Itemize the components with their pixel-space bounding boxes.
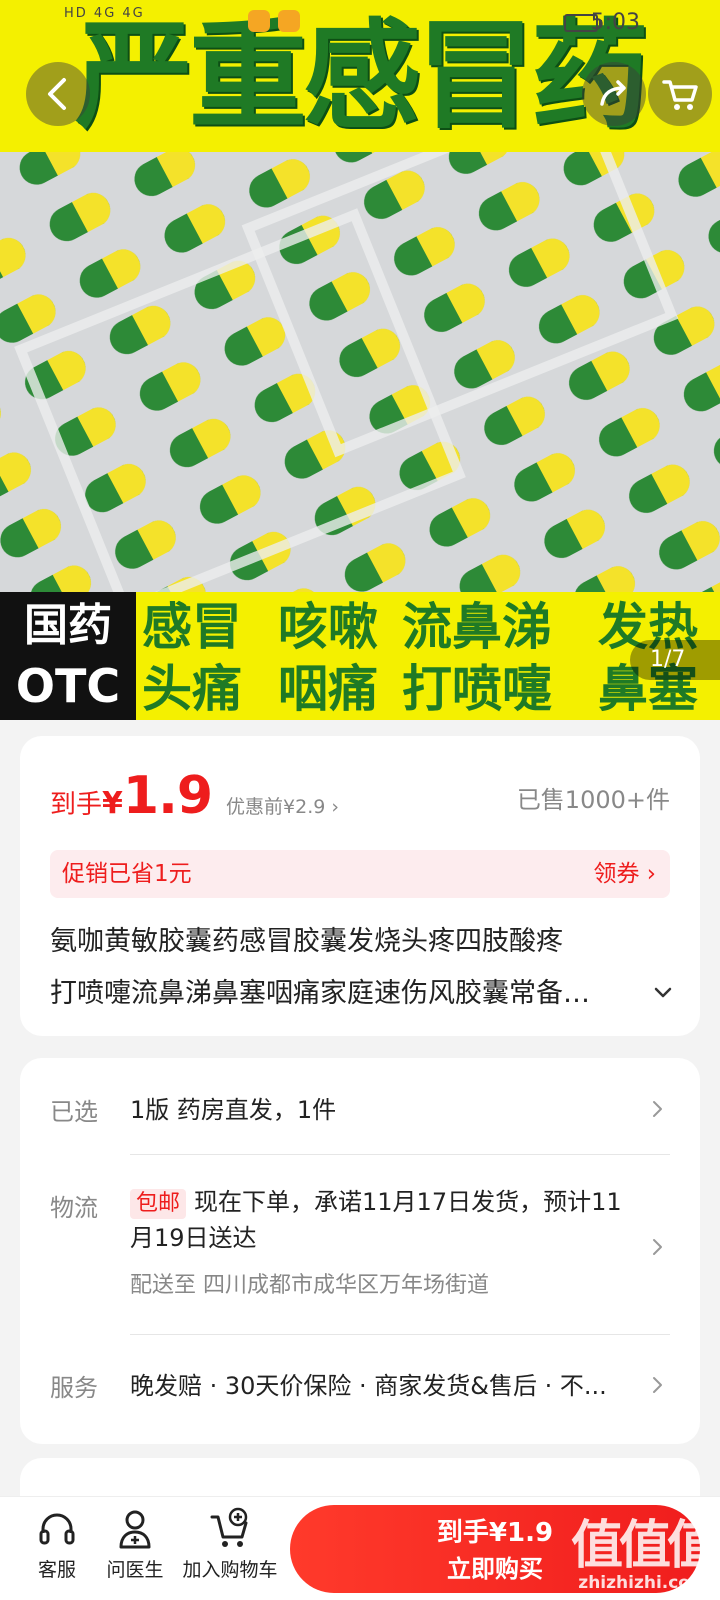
symptom-item: 头痛 [142,660,242,718]
logistics-row[interactable]: 物流 包邮 现在下单，承诺11月17日发货，预计11月19日送达 配送至 四川成都… [50,1184,670,1324]
chevron-down-icon[interactable] [648,978,678,1008]
promo-banner[interactable]: 促销已省1元 领券 › [50,850,670,898]
product-title-line2: 打喷嚏流鼻涕鼻塞咽痛家庭速伤风胶囊常备… [50,978,590,1009]
service-row[interactable]: 服务 晚发赔 · 30天价保险 · 商家发货&售后 · 不... [50,1368,670,1408]
cart-plus-icon [210,1507,248,1547]
app-notification-icon [248,10,270,32]
service-label: 服务 [50,1374,98,1402]
price-currency: ¥ [102,786,123,821]
headset-icon [39,1513,75,1545]
status-time: 5:03 [590,10,640,35]
spec-card: 已选 1版 药房直发，1件 物流 包邮 现在下单，承诺11月17日发货，预计11月… [20,1058,700,1444]
logistics-info: 包邮 现在下单，承诺11月17日发货，预计11月19日送达 配送至 四川成都市成华… [130,1184,640,1304]
cart-button[interactable] [648,62,712,126]
price-prefix: 到手 [50,790,103,820]
buy-now-label: 立即购买 [447,1555,543,1583]
bottom-action-bar: 客服 问医生 加入购物车 到手¥1.9 立即购买 [0,1496,720,1600]
status-bar: HD 4G 4G 5:03 [0,0,720,44]
add-to-cart-button[interactable]: 加入购物车 [178,1507,282,1582]
price-row: 到手¥1.9 优惠前¥2.9 › [50,766,339,826]
selected-label: 已选 [50,1098,98,1126]
app-notification-icon [278,10,300,32]
capsule-blister-image [0,152,720,592]
symptom-item: 流鼻涕 [402,598,552,656]
sold-count: 已售1000+件 [516,786,670,814]
chevron-left-icon [48,78,66,110]
add-to-cart-label: 加入购物车 [182,1559,278,1581]
product-title[interactable]: 氨咖黄敏胶囊药感冒胶囊发烧头疼四肢酸疼 打喷嚏流鼻涕鼻塞咽痛家庭速伤风胶囊常备… [50,916,650,1020]
logistics-value: 现在下单，承诺11月17日发货，预计11月19日送达 [130,1188,622,1252]
symptom-item: 打喷嚏 [402,660,552,718]
ask-doctor-label: 问医生 [106,1559,164,1581]
ask-doctor-button[interactable]: 问医生 [100,1507,170,1582]
buy-now-price: 到手¥1.9 [436,1518,554,1548]
otc-line2: OTC [15,659,121,713]
image-pager: 1/7 [630,640,720,680]
chevron-right-icon [653,1377,662,1393]
divider [130,1154,670,1155]
get-coupon-link[interactable]: 领券 › [593,850,656,898]
divider [130,1334,670,1335]
free-shipping-badge: 包邮 [130,1189,187,1219]
symptom-item: 咽痛 [278,660,378,718]
otc-line1: 国药 [24,600,112,651]
doctor-icon [119,1510,151,1549]
customer-service-button[interactable]: 客服 [22,1507,92,1582]
original-price-link[interactable]: 优惠前¥2.9 › [226,796,339,818]
cart-icon [662,80,698,110]
signal-indicators: HD 4G 4G [64,6,145,21]
notification-icons [248,10,308,37]
share-button[interactable] [582,62,646,126]
promo-text: 促销已省1元 [62,861,192,887]
product-title-line1: 氨咖黄敏胶囊药感冒胶囊发烧头疼四肢酸疼 [50,926,563,957]
chevron-right-icon [653,1239,662,1255]
service-value: 晚发赔 · 30天价保险 · 商家发货&售后 · 不... [130,1372,607,1400]
buy-now-button[interactable]: 到手¥1.9 立即购买 [290,1505,700,1593]
ship-to-address: 配送至 四川成都市成华区万年场街道 [130,1273,489,1298]
symptom-item: 咳嗽 [278,598,378,656]
price-card: 到手¥1.9 优惠前¥2.9 › 已售1000+件 促销已省1元 领券 › 氨咖黄… [20,736,700,1036]
symptom-item: 感冒 [142,598,242,656]
selected-value: 1版 药房直发，1件 [130,1096,337,1124]
share-icon [600,80,626,106]
product-page: 严重感冒药 国药 OTC 感冒 咳嗽 流鼻涕 发热 头痛 咽痛 打喷嚏 鼻塞 1… [0,0,720,1600]
selected-spec-row[interactable]: 已选 1版 药房直发，1件 [50,1092,670,1132]
logistics-label: 物流 [50,1194,98,1222]
otc-badge: 国药 OTC [0,592,136,720]
chevron-right-icon [653,1101,662,1117]
back-button[interactable] [26,62,90,126]
customer-service-label: 客服 [37,1559,76,1581]
price-value: 1.9 [122,766,213,826]
